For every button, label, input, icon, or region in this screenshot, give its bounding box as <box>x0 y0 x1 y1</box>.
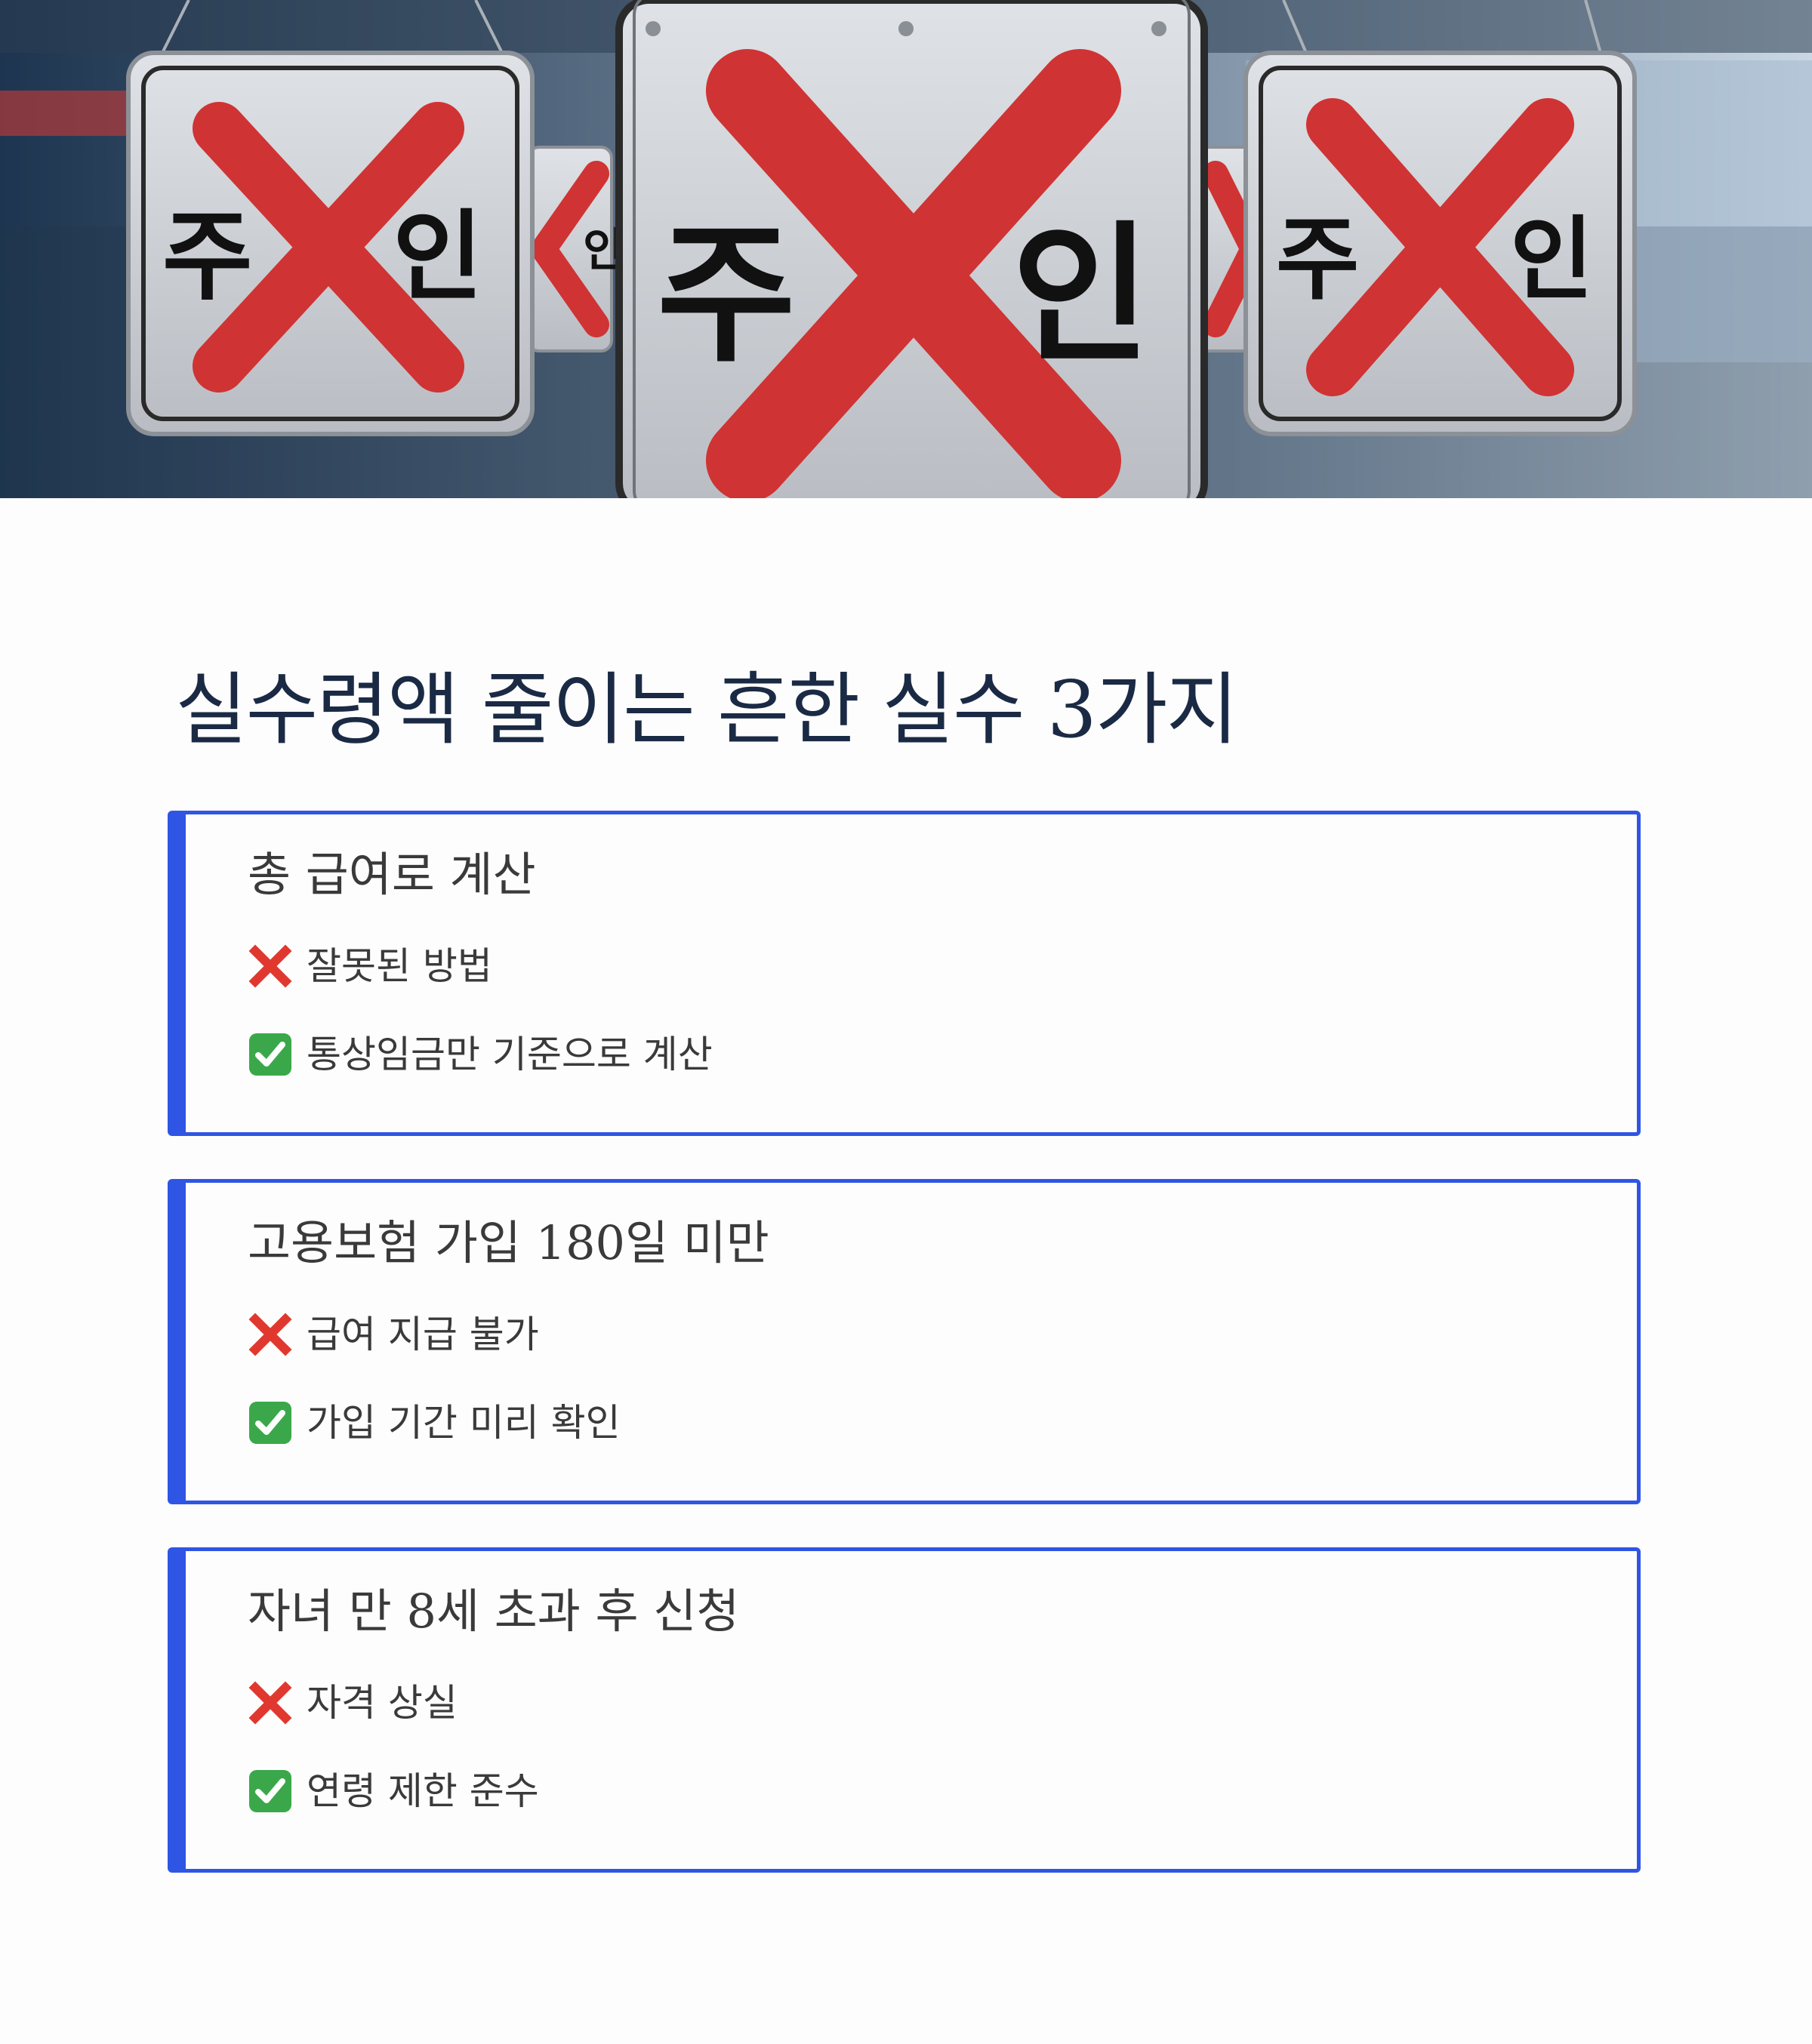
wrong-text: 자격 상실 <box>307 1681 458 1725</box>
card-title: 자녀 만 8세 초과 후 신청 <box>248 1584 740 1639</box>
check-mark-icon <box>248 1032 293 1077</box>
wrong-text: 잘못된 방법 <box>307 944 492 988</box>
mistake-card: 자녀 만 8세 초과 후 신청 자격 상실 연령 제한 준수 <box>168 1547 1641 1873</box>
correct-text: 가입 기간 미리 확인 <box>307 1401 621 1445</box>
correct-text: 연령 제한 준수 <box>307 1769 539 1813</box>
correct-item: 연령 제한 준수 <box>248 1766 539 1816</box>
sign-left: 주 인 <box>126 0 535 436</box>
svg-text:주: 주 <box>162 199 253 314</box>
mistake-card: 고용보험 가입 180일 미만 급여 지급 불가 가입 기간 미리 확인 <box>168 1179 1641 1504</box>
wrong-item: 급여 지급 불가 <box>248 1310 539 1359</box>
correct-item: 가입 기간 미리 확인 <box>248 1398 621 1448</box>
sign-center: 주 인 <box>615 0 1208 498</box>
sign-right: 주 인 <box>1243 0 1637 436</box>
cross-mark-icon <box>248 944 293 989</box>
wrong-text: 급여 지급 불가 <box>307 1313 539 1356</box>
svg-text:주: 주 <box>657 208 796 383</box>
card-title: 고용보험 가입 180일 미만 <box>248 1215 769 1270</box>
svg-text:인: 인 <box>393 199 483 314</box>
svg-text:주: 주 <box>1276 208 1359 312</box>
hero-image: 인 주 인 주 인 주 인 <box>0 0 1812 498</box>
page-title: 실수령액 줄이는 흔한 실수 3가지 <box>175 663 1238 756</box>
cross-mark-icon <box>248 1680 293 1725</box>
card-title: 총 급여로 계산 <box>248 847 536 902</box>
correct-text: 통상임금만 기준으로 계산 <box>307 1033 713 1076</box>
svg-text:인: 인 <box>1510 208 1593 312</box>
wrong-item: 자격 상실 <box>248 1678 458 1728</box>
mistake-card: 총 급여로 계산 잘못된 방법 통상임금만 기준으로 계산 <box>168 811 1641 1136</box>
partial-sign: 인 <box>527 146 624 352</box>
cross-mark-icon <box>248 1312 293 1357</box>
wrong-item: 잘못된 방법 <box>248 941 492 991</box>
correct-item: 통상임금만 기준으로 계산 <box>248 1030 713 1079</box>
svg-text:인: 인 <box>1012 208 1151 383</box>
check-mark-icon <box>248 1768 293 1814</box>
check-mark-icon <box>248 1400 293 1445</box>
